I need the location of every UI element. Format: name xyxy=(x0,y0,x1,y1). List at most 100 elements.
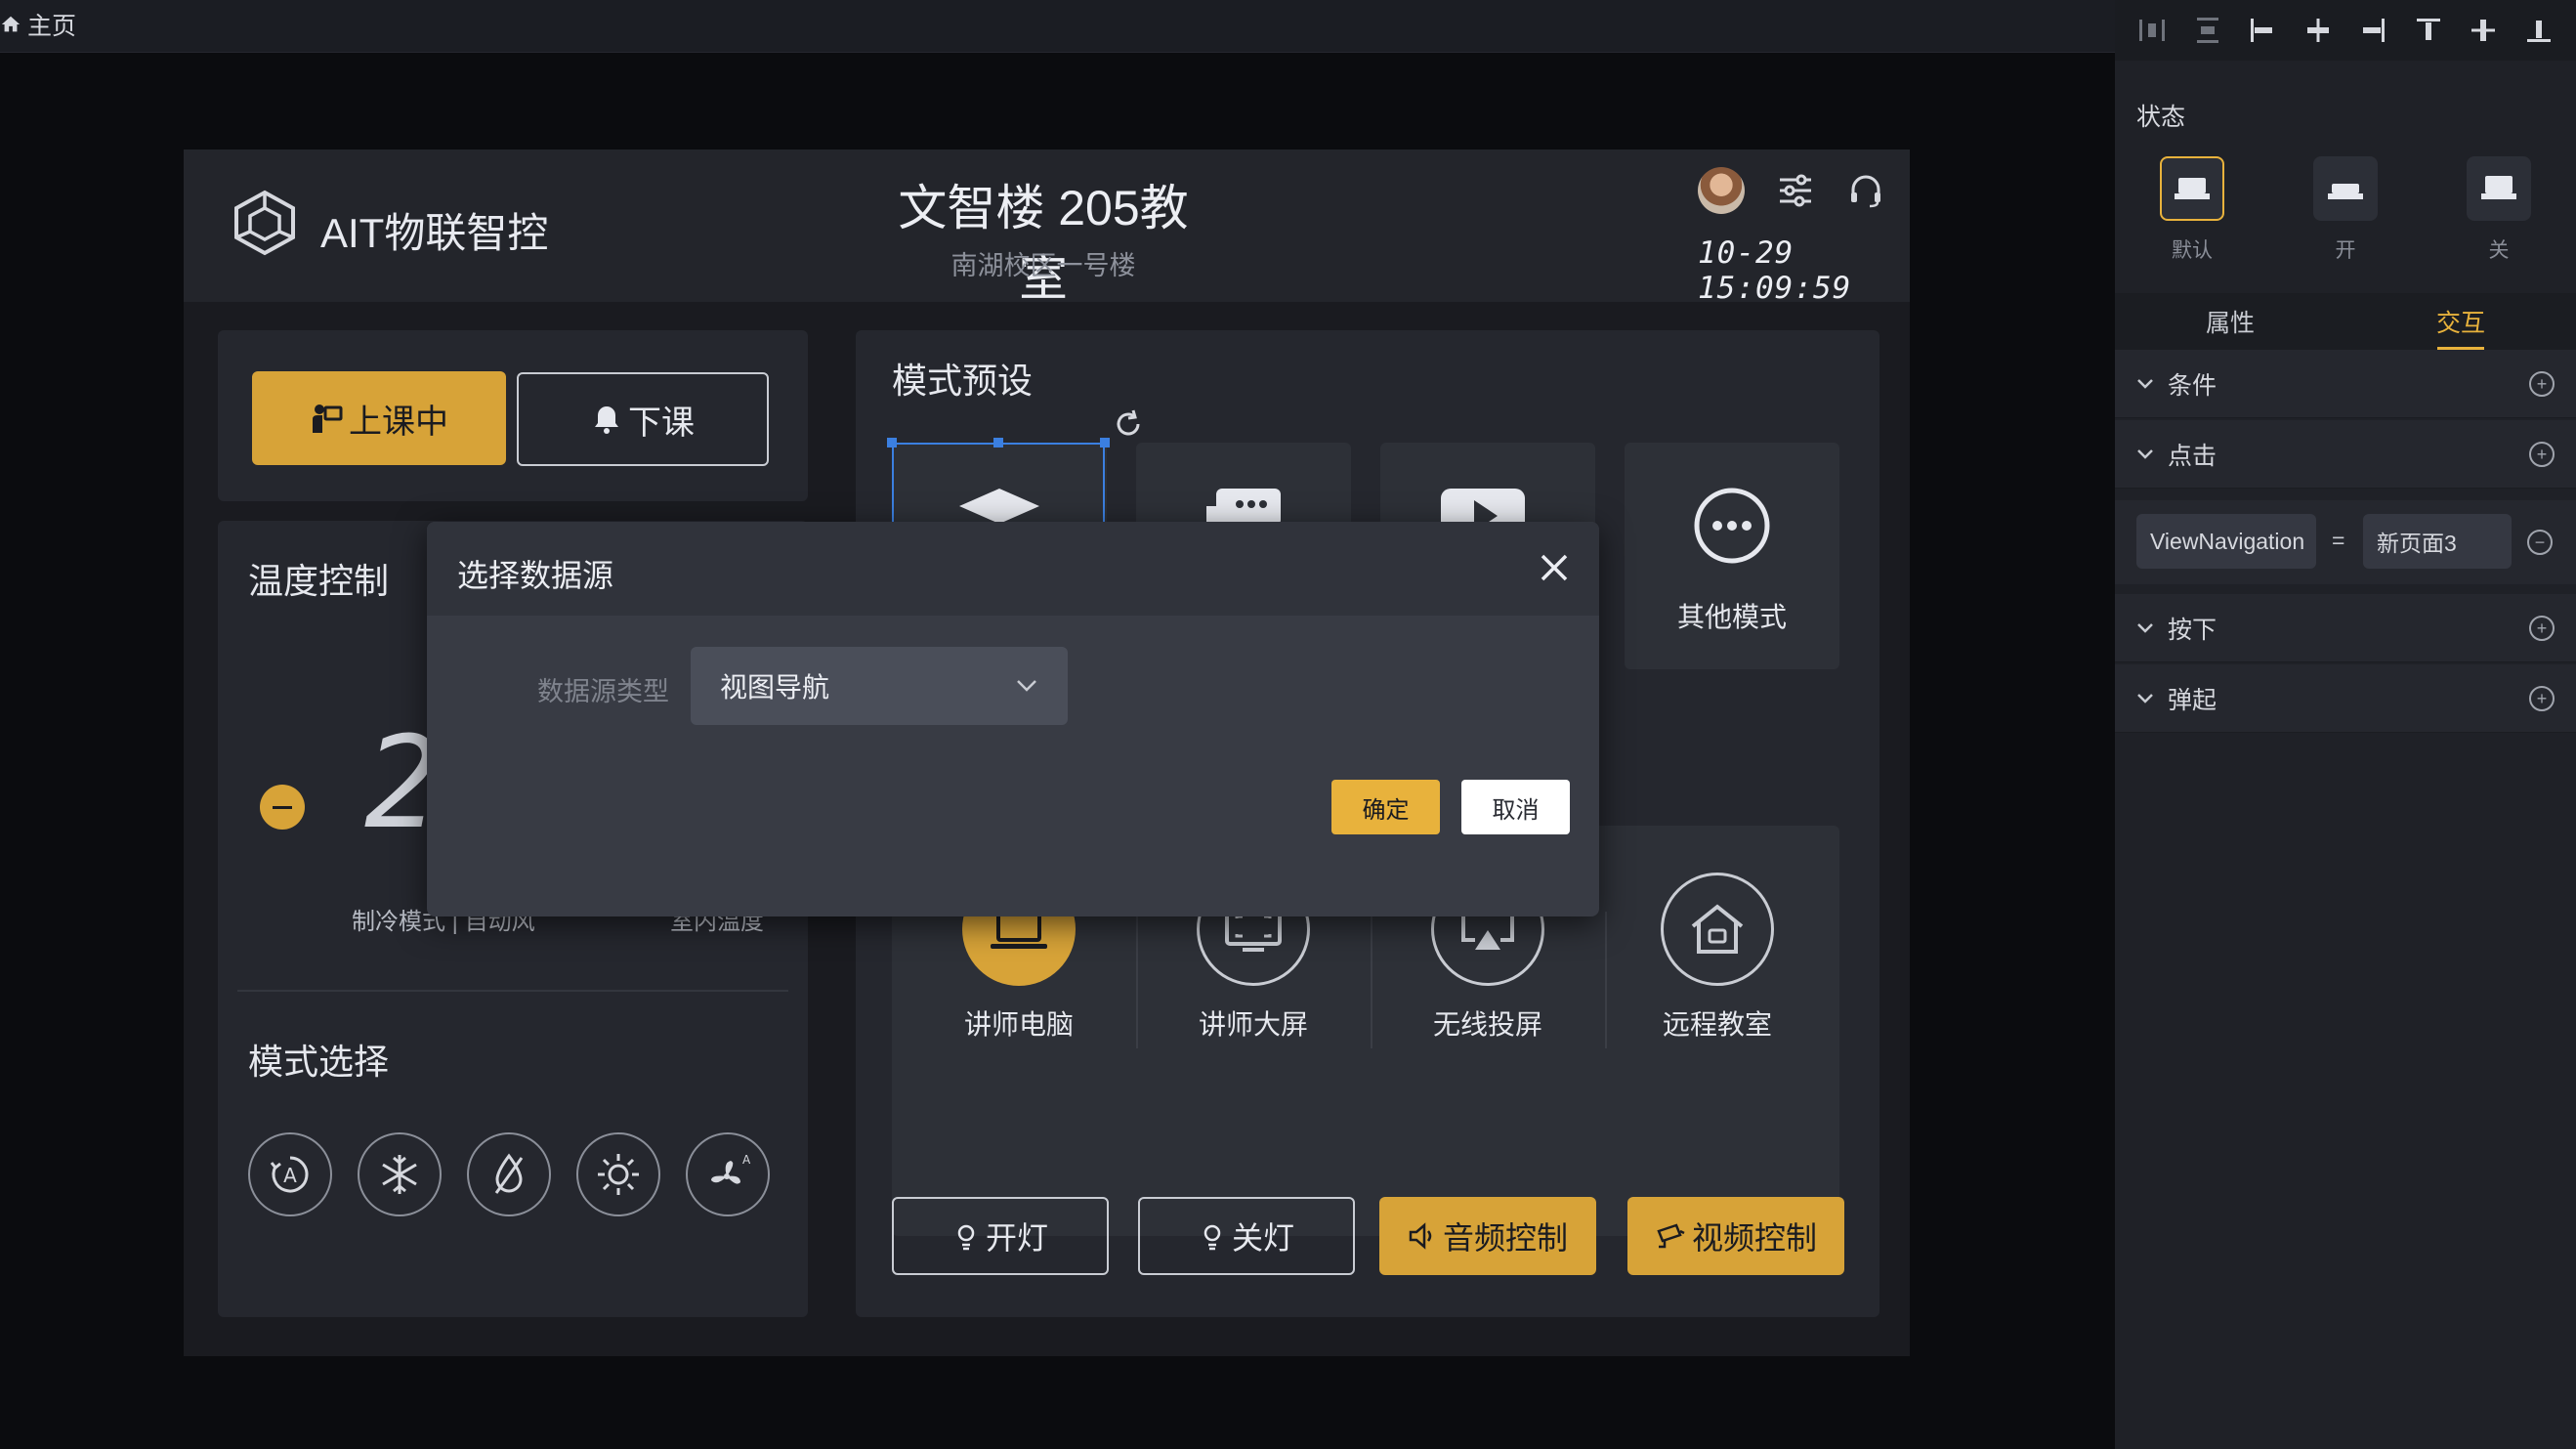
rotate-handle-icon[interactable] xyxy=(1112,407,1145,441)
section-condition[interactable]: 条件 + xyxy=(2115,350,2576,418)
add-icon[interactable]: + xyxy=(2529,685,2555,711)
dehumidify-mode-button[interactable] xyxy=(467,1132,551,1216)
bulb-icon xyxy=(1204,1224,1221,1251)
cancel-button[interactable]: 取消 xyxy=(1461,780,1570,834)
dismiss-label: 下课 xyxy=(628,404,695,442)
add-icon[interactable]: + xyxy=(2529,615,2555,641)
source-label: 讲师电脑 xyxy=(963,1009,1074,1040)
svg-text:A: A xyxy=(283,1164,297,1187)
audio-control-button[interactable]: 音频控制 xyxy=(1379,1197,1596,1275)
home-label: 主页 xyxy=(27,13,77,40)
section-click[interactable]: 点击 + xyxy=(2115,420,2576,489)
tab-interaction[interactable]: 交互 xyxy=(2345,293,2576,350)
top-bar: 主页 xyxy=(0,0,2115,53)
datasource-type-select[interactable]: 视图导航 xyxy=(691,647,1068,725)
dialog-title: 选择数据源 xyxy=(457,558,614,593)
close-icon[interactable] xyxy=(1538,551,1571,584)
align-center-vertical-icon[interactable] xyxy=(2467,14,2500,47)
source-item-remote[interactable]: 远程教室 xyxy=(1620,873,1815,1043)
button-state-icon xyxy=(2175,178,2210,199)
source-label: 讲师大屏 xyxy=(1198,1009,1308,1040)
section-release[interactable]: 弹起 + xyxy=(2115,664,2576,733)
section-label: 条件 xyxy=(2168,371,2217,400)
align-left-icon[interactable] xyxy=(2246,14,2279,47)
avatar[interactable] xyxy=(1698,167,1745,214)
distribute-vertical-icon[interactable] xyxy=(2191,14,2224,47)
in-class-label: 上课中 xyxy=(349,403,448,441)
source-label: 远程教室 xyxy=(1662,1009,1772,1040)
align-top-icon[interactable] xyxy=(2412,14,2445,47)
svg-text:A: A xyxy=(742,1153,751,1167)
chevron-down-icon xyxy=(2137,693,2153,703)
navigation-binding-row: ViewNavigation = 新页面3 − xyxy=(2115,500,2576,584)
page-title: 文智楼 205教室 xyxy=(898,181,1189,306)
headset-icon[interactable] xyxy=(1846,171,1885,210)
light-on-button[interactable]: 开灯 xyxy=(892,1197,1109,1275)
temp-decrease-button[interactable] xyxy=(260,785,305,830)
fan-auto-icon: A xyxy=(711,1153,751,1184)
confirm-button[interactable]: 确定 xyxy=(1331,780,1440,834)
equals-sign: = xyxy=(2332,528,2345,553)
align-right-icon[interactable] xyxy=(2356,14,2389,47)
temperature-heading: 温度控制 xyxy=(248,561,390,601)
selection-handle[interactable] xyxy=(993,438,1003,447)
chat-icon xyxy=(1206,489,1281,526)
bulb-icon xyxy=(957,1224,975,1251)
state-default-label: 默认 xyxy=(2172,239,2213,262)
light-off-label: 关灯 xyxy=(1231,1220,1294,1256)
home-breadcrumb[interactable]: 主页 xyxy=(0,10,77,40)
auto-mode-icon: A xyxy=(270,1156,309,1193)
dismiss-class-button[interactable]: 下课 xyxy=(517,372,769,466)
fan-mode-button[interactable]: A xyxy=(686,1132,770,1216)
light-on-label: 开灯 xyxy=(985,1220,1048,1256)
align-toolbar xyxy=(2115,0,2576,61)
mode-select-heading: 模式选择 xyxy=(248,1042,390,1082)
selection-handle[interactable] xyxy=(1100,438,1110,447)
in-class-button[interactable]: 上课中 xyxy=(252,371,506,465)
button-state-icon xyxy=(2328,184,2363,199)
other-mode-label: 其他模式 xyxy=(1676,602,1787,632)
add-icon[interactable]: + xyxy=(2529,370,2555,397)
button-state-icon xyxy=(2481,176,2516,199)
brand-logo-icon xyxy=(234,190,295,256)
source-divider xyxy=(1371,912,1372,1048)
state-off-label: 关 xyxy=(2488,239,2510,262)
video-control-label: 视频控制 xyxy=(1691,1220,1817,1256)
page-subtitle: 南湖校区一号楼 xyxy=(950,251,1136,280)
section-press[interactable]: 按下 + xyxy=(2115,594,2576,662)
settings-sliders-icon[interactable] xyxy=(1776,171,1815,210)
state-title: 状态 xyxy=(2136,104,2186,131)
add-icon[interactable]: + xyxy=(2529,441,2555,467)
brand-name: AIT物联智控 xyxy=(320,210,549,256)
align-center-horizontal-icon[interactable] xyxy=(2302,14,2335,47)
state-on-label: 开 xyxy=(2335,239,2356,262)
binding-key-field[interactable]: ViewNavigation xyxy=(2136,514,2316,569)
selected-value: 视图导航 xyxy=(720,672,830,703)
cool-mode-button[interactable] xyxy=(358,1132,442,1216)
panel-tabs: 属性 交互 xyxy=(2115,293,2576,350)
binding-value-field[interactable]: 新页面3 xyxy=(2363,514,2512,569)
auto-mode-button[interactable]: A xyxy=(248,1132,332,1216)
state-default-button[interactable] xyxy=(2160,156,2224,221)
canvas-header: AIT物联智控 文智楼 205教室 南湖校区一号楼 10-29 15:09:59 xyxy=(184,149,1910,306)
selection-handle[interactable] xyxy=(887,438,897,447)
dehumidify-icon xyxy=(494,1153,524,1194)
source-divider xyxy=(1136,912,1138,1048)
align-bottom-icon[interactable] xyxy=(2522,14,2555,47)
source-divider xyxy=(1605,912,1607,1048)
light-off-button[interactable]: 关灯 xyxy=(1138,1197,1355,1275)
remove-icon[interactable]: − xyxy=(2527,530,2553,555)
bell-icon xyxy=(595,406,618,434)
select-datasource-dialog: 选择数据源 数据源类型 视图导航 确定 取消 xyxy=(427,522,1599,916)
source-label: 无线投屏 xyxy=(1432,1009,1542,1040)
distribute-horizontal-icon[interactable] xyxy=(2135,14,2169,47)
section-label: 按下 xyxy=(2168,616,2217,644)
state-on-button[interactable] xyxy=(2313,156,2378,221)
heat-mode-button[interactable] xyxy=(576,1132,660,1216)
state-off-button[interactable] xyxy=(2467,156,2531,221)
tab-properties[interactable]: 属性 xyxy=(2115,293,2345,350)
section-label: 点击 xyxy=(2168,442,2217,470)
more-options-icon xyxy=(1694,488,1770,564)
divider xyxy=(237,990,788,992)
video-control-button[interactable]: 视频控制 xyxy=(1627,1197,1844,1275)
